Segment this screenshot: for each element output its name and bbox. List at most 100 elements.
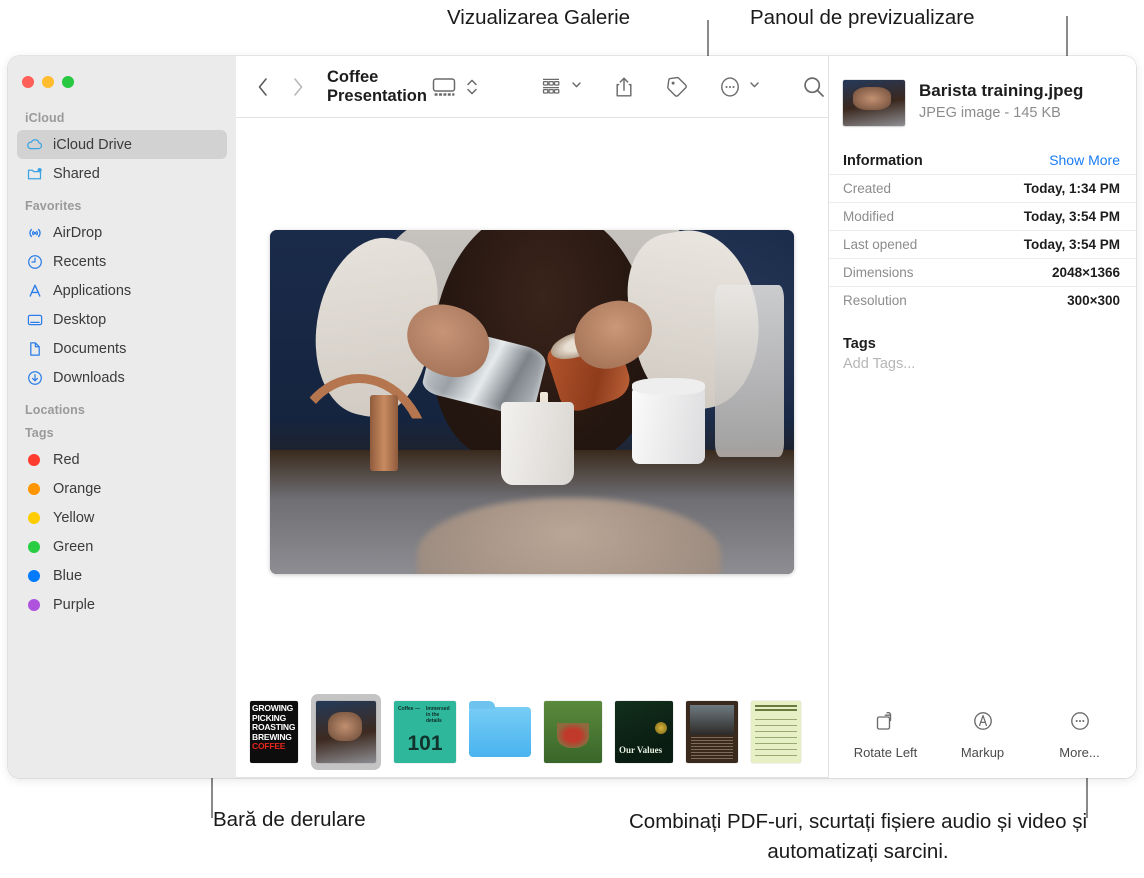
horizontal-scrollbar[interactable] <box>236 777 828 778</box>
thumbnail-big-text: 101 <box>407 732 443 755</box>
sidebar-tag-purple[interactable]: Purple <box>17 590 227 619</box>
view-stepper-icon[interactable] <box>461 70 483 104</box>
info-value: Today, 3:54 PM <box>1023 209 1120 224</box>
file-header-text: Barista training.jpeg JPEG image - 145 K… <box>919 80 1083 121</box>
zoom-button[interactable] <box>62 76 74 88</box>
sidebar-item-applications[interactable]: Applications <box>17 276 227 305</box>
sidebar-tag-blue[interactable]: Blue <box>17 561 227 590</box>
sidebar-tag-yellow[interactable]: Yellow <box>17 503 227 532</box>
traffic-lights <box>8 66 236 100</box>
poster-accent-line: COFFEE <box>252 741 286 752</box>
filmstrip-item[interactable] <box>686 701 738 763</box>
more-circle-icon[interactable] <box>715 70 745 104</box>
sidebar-item-label: Shared <box>53 165 100 182</box>
thumbnail-our-values: Our Values <box>615 701 673 763</box>
info-value: 300×300 <box>1067 293 1120 308</box>
sidebar-item-documents[interactable]: Documents <box>17 334 227 363</box>
thumbnail-small-right: Immersed in the details <box>426 706 450 724</box>
show-more-link[interactable]: Show More <box>1049 152 1120 168</box>
thumbnail-barista-training <box>316 701 376 763</box>
info-row-created: Created Today, 1:34 PM <box>829 174 1136 202</box>
document-icon <box>25 339 44 358</box>
clock-icon <box>25 252 44 271</box>
callout-preview-panel: Panoul de previzualizare <box>750 6 975 29</box>
gallery-view-icon[interactable] <box>427 70 461 104</box>
sidebar-item-label: Downloads <box>53 369 125 386</box>
airdrop-icon <box>25 223 44 242</box>
thumbnail-coffee-101: Coffee — Immersed in the details 101 <box>394 701 456 763</box>
folder-title: Coffee Presentation <box>327 67 427 105</box>
rotate-left-button[interactable]: Rotate Left <box>841 709 931 760</box>
callout-more-actions: Combinați PDF-uri, scurtați fișiere audi… <box>629 810 1087 863</box>
search-icon[interactable] <box>797 70 831 104</box>
group-by-control[interactable] <box>535 70 583 104</box>
tags-title: Tags <box>843 336 876 352</box>
sidebar-tag-green[interactable]: Green <box>17 532 227 561</box>
filmstrip-item[interactable] <box>544 701 602 763</box>
action-label: Markup <box>960 745 1005 760</box>
preview-panel: Barista training.jpeg JPEG image - 145 K… <box>828 56 1136 778</box>
share-icon[interactable] <box>609 70 639 104</box>
back-button[interactable] <box>252 76 274 98</box>
tag-color-dot <box>28 482 40 495</box>
more-button[interactable]: More... <box>1035 709 1125 760</box>
sidebar-tag-label: Purple <box>53 596 95 613</box>
sidebar-item-desktop[interactable]: Desktop <box>17 305 227 334</box>
filmstrip-item[interactable] <box>469 701 531 763</box>
filmstrip-item-selected[interactable] <box>311 694 381 770</box>
sidebar-tag-orange[interactable]: Orange <box>17 474 227 503</box>
filmstrip-item[interactable]: Coffee — Immersed in the details 101 <box>394 701 456 763</box>
thumbnail-top-row: Coffee — Immersed in the details <box>398 706 452 724</box>
chevron-down-icon[interactable] <box>748 78 761 96</box>
navigation-arrows <box>252 76 309 98</box>
sidebar-tag-label: Orange <box>53 480 102 497</box>
thumbnail-meeting <box>686 701 738 763</box>
info-row-modified: Modified Today, 3:54 PM <box>829 202 1136 230</box>
minimize-button[interactable] <box>42 76 54 88</box>
tag-color-dot <box>28 540 40 553</box>
close-button[interactable] <box>22 76 34 88</box>
sidebar-item-airdrop[interactable]: AirDrop <box>17 218 227 247</box>
downloads-icon <box>25 368 44 387</box>
applications-icon <box>25 281 44 300</box>
sidebar-item-recents[interactable]: Recents <box>17 247 227 276</box>
view-controls <box>427 70 483 104</box>
filmstrip-item[interactable]: GROWING PICKING ROASTING BREWING COFFEE <box>250 701 298 763</box>
main-content: Coffee Presentation GROWING PICKING ROAS… <box>236 56 828 778</box>
chevron-down-icon[interactable] <box>570 78 583 96</box>
forward-button[interactable] <box>287 76 309 98</box>
action-label: More... <box>1059 745 1100 760</box>
sidebar-item-label: Documents <box>53 340 127 357</box>
sidebar-item-shared[interactable]: Shared <box>17 159 227 188</box>
markup-icon <box>970 709 996 738</box>
sidebar-item-downloads[interactable]: Downloads <box>17 363 227 392</box>
sidebar-item-icloud-drive[interactable]: iCloud Drive <box>17 130 227 159</box>
tag-color-dot <box>28 598 40 611</box>
sidebar-tag-label: Yellow <box>53 509 95 526</box>
markup-button[interactable]: Markup <box>938 709 1028 760</box>
info-row-resolution: Resolution 300×300 <box>829 286 1136 314</box>
sidebar-tag-label: Blue <box>53 567 83 584</box>
filmstrip[interactable]: GROWING PICKING ROASTING BREWING COFFEE <box>236 686 828 778</box>
file-thumbnail <box>843 80 905 126</box>
tag-icon[interactable] <box>661 70 693 104</box>
info-key: Modified <box>843 209 895 224</box>
info-value: 2048×1366 <box>1052 265 1120 280</box>
more-circle-icon <box>1067 709 1093 738</box>
sidebar-tag-red[interactable]: Red <box>17 445 227 474</box>
photo-togo-cup <box>500 402 574 485</box>
group-by-icon[interactable] <box>535 70 567 104</box>
sidebar-item-label: Recents <box>53 253 107 270</box>
filmstrip-item[interactable] <box>751 701 801 763</box>
photo-jar-lid <box>631 377 705 396</box>
thumbnail-folder-icon <box>469 701 531 757</box>
add-tags-input[interactable]: Add Tags... <box>829 354 1136 372</box>
hero-preview-image[interactable] <box>270 230 794 574</box>
tag-color-dot <box>28 569 40 582</box>
more-actions-control[interactable] <box>715 70 761 104</box>
thumbnail-small-left: Coffee — <box>398 706 420 712</box>
filmstrip-item[interactable]: Our Values <box>615 701 673 763</box>
callout-scrollbar: Bară de derulare <box>213 808 366 831</box>
preview-actions: Rotate Left Markup More... <box>829 709 1136 778</box>
info-value: Today, 3:54 PM <box>1023 237 1120 252</box>
